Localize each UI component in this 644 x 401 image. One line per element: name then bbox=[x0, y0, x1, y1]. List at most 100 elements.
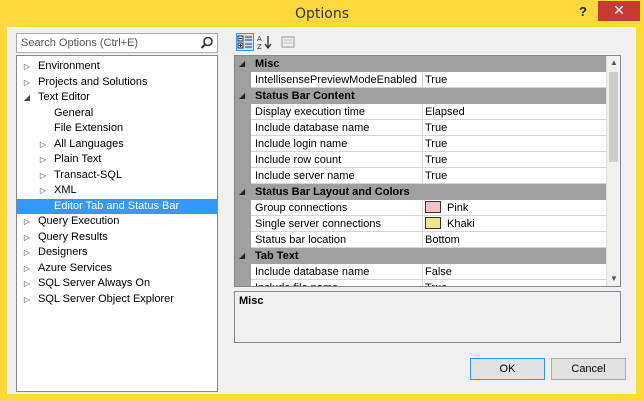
category-label: Tab Text bbox=[255, 250, 299, 262]
category-label: Misc bbox=[255, 58, 280, 70]
property-name: Include database name bbox=[255, 264, 423, 279]
collapsed-arrow-icon[interactable]: ▷ bbox=[39, 168, 47, 183]
collapsed-arrow-icon[interactable]: ▷ bbox=[23, 75, 31, 90]
collapsed-arrow-icon[interactable]: ▷ bbox=[23, 245, 31, 260]
collapsed-arrow-icon[interactable]: ▷ bbox=[23, 59, 31, 74]
tree-item-label: Projects and Solutions bbox=[38, 75, 148, 88]
grid-scrollbar[interactable]: ▲ ▼ bbox=[606, 56, 620, 286]
category-label: Status Bar Content bbox=[255, 90, 355, 102]
property-value[interactable]: True bbox=[425, 280, 447, 286]
property-value[interactable]: True bbox=[425, 120, 447, 136]
grid-property-row[interactable]: Include login name True bbox=[235, 136, 607, 152]
search-icon[interactable] bbox=[200, 36, 214, 50]
tree-item-label: Query Execution bbox=[38, 215, 120, 227]
scroll-down-arrow-icon[interactable]: ▼ bbox=[607, 272, 620, 286]
options-tree[interactable]: ▷ Environment ▷ Projects and Solutions ◢ Text… bbox=[16, 55, 218, 392]
property-name: Include database name bbox=[255, 120, 423, 135]
description-panel: Misc bbox=[234, 291, 621, 343]
property-value[interactable]: True bbox=[425, 168, 447, 184]
cancel-button[interactable]: Cancel bbox=[551, 358, 626, 380]
tree-item-label: General bbox=[54, 106, 94, 119]
grid-property-row[interactable]: Include database name True bbox=[235, 120, 607, 136]
property-value-text: True bbox=[425, 138, 448, 150]
grid-gutter bbox=[235, 120, 251, 136]
collapsed-arrow-icon[interactable]: ▷ bbox=[23, 276, 31, 291]
grid-property-row[interactable]: Single server connections Khaki bbox=[235, 216, 607, 232]
grid-gutter bbox=[235, 264, 251, 280]
categorized-button[interactable] bbox=[236, 33, 254, 51]
close-button[interactable]: ✕ bbox=[598, 1, 640, 21]
title-bar[interactable]: Options ? ✕ bbox=[0, 0, 644, 28]
tree-item-label: Designers bbox=[38, 246, 88, 258]
collapsed-arrow-icon[interactable]: ▷ bbox=[39, 137, 47, 152]
scroll-thumb[interactable] bbox=[609, 72, 618, 162]
collapsed-arrow-icon[interactable]: ▷ bbox=[23, 214, 31, 229]
grid-gutter bbox=[235, 72, 251, 88]
svg-text:A: A bbox=[257, 35, 262, 43]
property-name: Include login name bbox=[255, 136, 423, 151]
property-pages-icon bbox=[281, 36, 295, 48]
property-pages-button[interactable] bbox=[279, 33, 297, 51]
category-collapse-icon[interactable]: ◢ bbox=[239, 248, 245, 264]
property-value-text: True bbox=[425, 74, 448, 86]
property-name: IntellisensePreviewModeEnabled bbox=[255, 72, 423, 87]
property-name: Include file name bbox=[255, 280, 423, 286]
collapsed-arrow-icon[interactable]: ▷ bbox=[23, 261, 31, 276]
property-value[interactable]: Bottom bbox=[425, 232, 460, 248]
search-input[interactable]: Search Options (Ctrl+E) bbox=[16, 33, 218, 53]
category-label: Status Bar Layout and Colors bbox=[255, 186, 410, 198]
property-value[interactable]: True bbox=[425, 72, 447, 88]
grid-property-row[interactable]: Include database name False bbox=[235, 264, 607, 280]
tree-item[interactable]: Editor Tab and Status Bar bbox=[17, 198, 217, 214]
grid-gutter bbox=[235, 216, 251, 232]
property-value[interactable]: Pink bbox=[425, 200, 468, 216]
property-value[interactable]: False bbox=[425, 264, 452, 280]
category-collapse-icon[interactable]: ◢ bbox=[239, 56, 245, 72]
alphabetical-button[interactable]: A Z bbox=[256, 33, 274, 51]
grid-gutter bbox=[235, 168, 251, 184]
ok-button[interactable]: OK bbox=[470, 358, 545, 380]
property-value[interactable]: True bbox=[425, 152, 447, 168]
property-value-text: False bbox=[425, 266, 452, 278]
grid-property-row[interactable]: Group connections Pink bbox=[235, 200, 607, 216]
grid-property-row[interactable]: Include file nameTrue bbox=[235, 280, 607, 286]
tree-item-label: Transact-SQL bbox=[54, 168, 123, 181]
tree-item-label: Plain Text bbox=[54, 153, 102, 165]
grid-property-row[interactable]: Status bar location Bottom bbox=[235, 232, 607, 248]
grid-gutter bbox=[235, 136, 251, 152]
grid-property-row[interactable]: Include row count True bbox=[235, 152, 607, 168]
expanded-arrow-icon[interactable]: ◢ bbox=[23, 90, 31, 105]
collapsed-arrow-icon[interactable]: ▷ bbox=[23, 230, 31, 245]
dialog-client-area: Search Options (Ctrl+E) ▷ Environment ▷ Pro… bbox=[7, 27, 636, 394]
grid-category[interactable]: ◢ Status Bar Content bbox=[235, 88, 607, 104]
help-button[interactable]: ? bbox=[572, 2, 594, 22]
tree-item-label: Editor Tab and Status Bar bbox=[54, 199, 180, 212]
scroll-up-arrow-icon[interactable]: ▲ bbox=[607, 56, 620, 70]
tree-item-label: Query Results bbox=[38, 230, 108, 243]
grid-property-row[interactable]: IntellisensePreviewModeEnabled True bbox=[235, 72, 607, 88]
tree-item-label: SQL Server Always On bbox=[38, 277, 151, 289]
property-name: Include server name bbox=[255, 168, 423, 183]
category-collapse-icon[interactable]: ◢ bbox=[239, 88, 245, 104]
property-value-text: True bbox=[425, 154, 448, 166]
tree-item-label: Environment bbox=[38, 60, 100, 72]
collapsed-arrow-icon[interactable]: ▷ bbox=[23, 292, 31, 307]
property-name: Include row count bbox=[255, 152, 423, 167]
property-value[interactable]: True bbox=[425, 136, 447, 152]
grid-gutter bbox=[235, 104, 251, 120]
alphabetical-sort-icon: A Z bbox=[257, 35, 272, 51]
grid-gutter bbox=[235, 200, 251, 216]
collapsed-arrow-icon[interactable]: ▷ bbox=[39, 183, 47, 198]
property-value[interactable]: Khaki bbox=[425, 216, 475, 232]
grid-property-row[interactable]: Display execution time Elapsed bbox=[235, 104, 607, 120]
grid-gutter bbox=[235, 280, 251, 286]
grid-property-row[interactable]: Include server name True bbox=[235, 168, 607, 184]
category-collapse-icon[interactable]: ◢ bbox=[239, 184, 245, 200]
collapsed-arrow-icon[interactable]: ▷ bbox=[39, 152, 47, 167]
property-grid[interactable]: ◢ Misc IntellisensePreviewModeEnabled True ◢… bbox=[234, 55, 621, 287]
grid-category[interactable]: ◢ Tab Text bbox=[235, 248, 607, 264]
color-swatch bbox=[425, 217, 441, 230]
grid-category[interactable]: ◢ Status Bar Layout and Colors bbox=[235, 184, 607, 200]
grid-category[interactable]: ◢ Misc bbox=[235, 56, 607, 72]
property-value[interactable]: Elapsed bbox=[425, 104, 465, 120]
